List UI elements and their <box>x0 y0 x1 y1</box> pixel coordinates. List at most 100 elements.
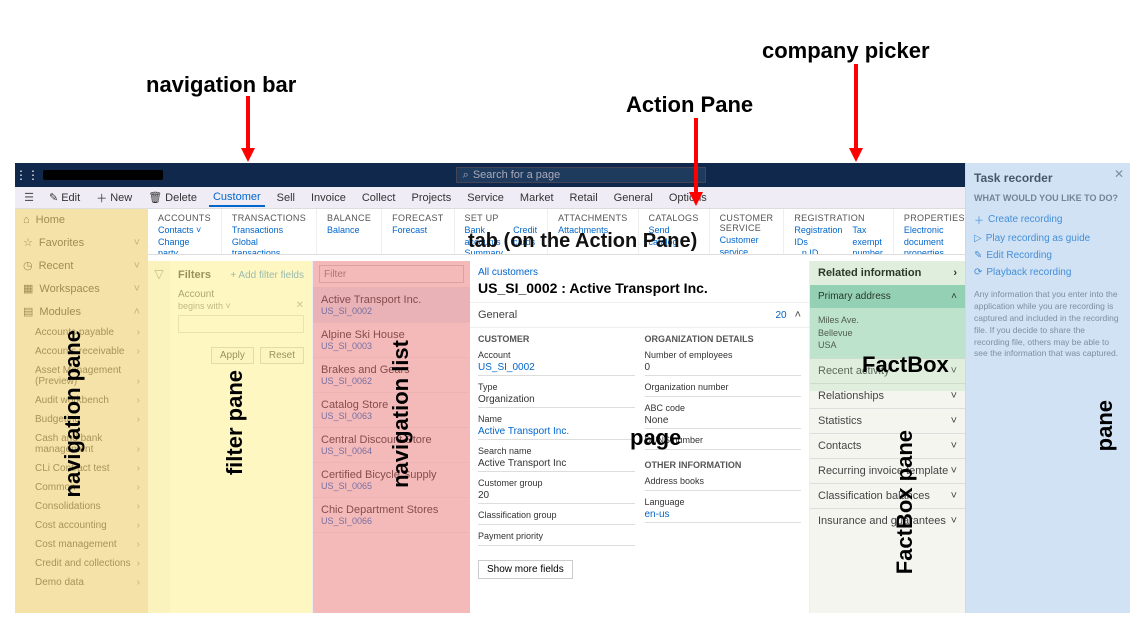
list-item[interactable]: Alpine Ski HouseUS_SI_0003 <box>313 323 470 358</box>
tab-collect[interactable]: Collect <box>358 190 400 206</box>
breadcrumb[interactable]: All customers <box>470 261 809 278</box>
show-more-button[interactable]: Show more fields <box>478 560 573 579</box>
action-link[interactable]: Attachments <box>558 225 608 237</box>
group-value: 20 <box>478 488 635 504</box>
tab-customer[interactable]: Customer <box>209 189 265 207</box>
reset-button[interactable]: Reset <box>260 347 304 364</box>
pane-action-link[interactable]: ✎Edit Recording <box>974 247 1122 264</box>
filter-operator[interactable]: begins with ˅ <box>178 301 231 311</box>
action-link[interactable]: Transactions <box>232 225 306 237</box>
action-link[interactable]: Electronic document properties <box>904 225 965 255</box>
nav-module-item[interactable]: Cost accounting› <box>15 516 148 535</box>
tab-general[interactable]: General <box>610 190 657 206</box>
action-link[interactable]: Send catalog <box>649 225 699 248</box>
add-filter-link[interactable]: + Add filter fields <box>230 270 304 281</box>
action-link[interactable]: Customer service <box>720 235 774 255</box>
list-item-id: US_SI_0065 <box>321 481 462 491</box>
action-link[interactable]: Credit cards <box>513 225 537 248</box>
apply-button[interactable]: Apply <box>211 347 254 364</box>
funnel-icon[interactable]: ▽ <box>154 267 163 281</box>
list-item-name: Chic Department Stores <box>321 504 462 516</box>
action-link[interactable]: Contacts ˅ <box>158 225 211 237</box>
list-item[interactable]: Chic Department StoresUS_SI_0066 <box>313 498 470 533</box>
pane-action-link[interactable]: ＋Create recording <box>974 209 1122 230</box>
tab-invoice[interactable]: Invoice <box>307 190 350 206</box>
list-item[interactable]: Certified Bicycle SupplyUS_SI_0065 <box>313 463 470 498</box>
filter-input[interactable] <box>178 315 304 333</box>
list-item[interactable]: Central Discount StoreUS_SI_0064 <box>313 428 470 463</box>
section-general[interactable]: General 20˄ <box>470 302 809 328</box>
nav-module-item[interactable]: Common› <box>15 478 148 497</box>
other-heading: OTHER INFORMATION <box>645 460 802 470</box>
action-toolbar: ☰ ✎Edit ＋New 🗑Delete Customer Sell Invoi… <box>15 187 1130 209</box>
factbox-section[interactable]: Insurance and guarantees˅ <box>810 508 965 533</box>
list-item[interactable]: Active Transport Inc.US_SI_0002 <box>313 288 470 323</box>
menu-icon[interactable]: ☰ <box>21 191 37 204</box>
name-value[interactable]: Active Transport Inc. <box>478 424 635 440</box>
lang-value[interactable]: en-us <box>645 507 802 523</box>
chevron-up-icon: ˄ <box>951 291 957 302</box>
action-link[interactable]: Summary up... <box>465 248 504 255</box>
nav-module-item[interactable]: Cost management› <box>15 535 148 554</box>
tab-market[interactable]: Market <box>516 190 558 206</box>
navigation-pane: ⌂Home ☆Favorites˅ ◷Recent˅ ▦Workspaces˅ … <box>15 209 148 613</box>
nav-module-item[interactable]: Cash and bank management› <box>15 429 148 459</box>
factbox-section[interactable]: Contacts˅ <box>810 433 965 458</box>
nav-modules[interactable]: ▤Modules˄ <box>15 300 148 323</box>
waffle-icon[interactable]: ⋮⋮⋮ <box>15 168 39 182</box>
delete-button[interactable]: 🗑Delete <box>144 189 201 206</box>
pane-action-link[interactable]: ▷Play recording as guide <box>974 230 1122 247</box>
pane-action-link[interactable]: ⟳Playback recording <box>974 264 1122 281</box>
abc-value: None <box>645 413 802 429</box>
list-item[interactable]: Brakes and GearsUS_SI_0062 <box>313 358 470 393</box>
edit-button[interactable]: ✎Edit <box>45 189 84 206</box>
nav-module-item[interactable]: Credit and collections› <box>15 554 148 573</box>
factbox-section[interactable]: Recent activity˅ <box>810 358 965 383</box>
nav-module-item[interactable]: Consolidations› <box>15 497 148 516</box>
nav-favorites[interactable]: ☆Favorites˅ <box>15 231 148 254</box>
factbox-section[interactable]: Relationships˅ <box>810 383 965 408</box>
factbox-title[interactable]: Related information› <box>810 261 965 285</box>
pane-title: Task recorder <box>974 171 1122 185</box>
list-filter-input[interactable] <box>319 265 464 283</box>
action-link[interactable]: ... <box>513 248 537 255</box>
chevron-up-icon: ˄ <box>795 309 801 321</box>
global-search[interactable]: ⌕ Search for a page <box>456 167 706 183</box>
tab-sell[interactable]: Sell <box>273 190 299 206</box>
factbox-section[interactable]: Classification balances˅ <box>810 483 965 508</box>
action-link[interactable]: Bank accounts <box>465 225 504 248</box>
new-button[interactable]: ＋New <box>92 188 136 208</box>
nav-module-item[interactable]: Asset Management (Preview)› <box>15 361 148 391</box>
factbox-primary-header[interactable]: Primary address˄ <box>810 285 965 308</box>
tab-options[interactable]: Options <box>665 190 711 206</box>
action-link[interactable]: Tax exempt number search <box>852 225 883 255</box>
list-item[interactable]: Catalog StoreUS_SI_0063 <box>313 393 470 428</box>
nav-module-item[interactable]: Audit workbench› <box>15 391 148 410</box>
nav-module-item[interactable]: Accounts payable› <box>15 323 148 342</box>
action-link[interactable]: Change party association <box>158 237 211 255</box>
action-group: CATALOGSSend catalog <box>639 209 710 254</box>
action-link[interactable]: Global transactions <box>232 237 306 255</box>
detail-page: All customers US_SI_0002 : Active Transp… <box>470 261 810 613</box>
tab-retail[interactable]: Retail <box>566 190 602 206</box>
account-value[interactable]: US_SI_0002 <box>478 360 635 376</box>
factbox-section[interactable]: Recurring invoice template˅ <box>810 458 965 483</box>
action-link[interactable]: Registration IDs <box>794 225 842 248</box>
close-icon[interactable]: ✕ <box>1114 167 1124 181</box>
nav-module-item[interactable]: Demo data› <box>15 573 148 592</box>
nav-home[interactable]: ⌂Home <box>15 209 148 231</box>
nav-module-item[interactable]: Budgeting› <box>15 410 148 429</box>
close-icon[interactable]: ✕ <box>296 300 304 311</box>
nav-workspaces[interactable]: ▦Workspaces˅ <box>15 277 148 300</box>
group-label: Customer group <box>478 478 635 488</box>
nav-recent[interactable]: ◷Recent˅ <box>15 254 148 277</box>
action-link[interactable]: ...n ID search <box>794 248 842 255</box>
action-link[interactable]: Balance <box>327 225 360 237</box>
tab-projects[interactable]: Projects <box>407 190 455 206</box>
nav-module-item[interactable]: CLi Contract test› <box>15 459 148 478</box>
action-link[interactable]: Forecast <box>392 225 427 237</box>
nav-module-item[interactable]: Accounts receivable› <box>15 342 148 361</box>
tab-service[interactable]: Service <box>463 190 508 206</box>
factbox-section[interactable]: Statistics˅ <box>810 408 965 433</box>
task-recorder-pane: ✕ Task recorder WHAT WOULD YOU LIKE TO D… <box>965 163 1130 613</box>
